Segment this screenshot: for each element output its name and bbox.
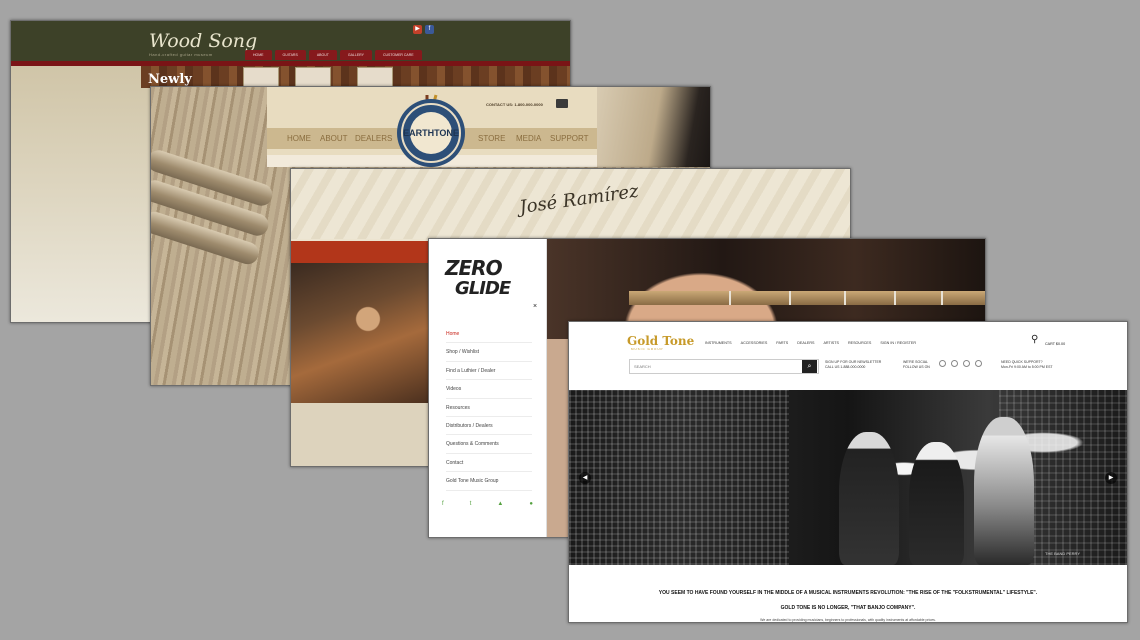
facebook-icon[interactable]: f — [425, 25, 434, 34]
menu-item-gold-tone[interactable]: Gold Tone Music Group — [446, 472, 532, 491]
wood-rods-image — [151, 147, 281, 287]
search-input[interactable]: SEARCH — [629, 359, 819, 374]
gold-tone-logo[interactable]: Gold Tone — [627, 334, 694, 348]
menu-item-home[interactable]: Home — [446, 325, 532, 344]
social-links: ▶ f — [413, 25, 434, 34]
tagline: YOU SEEM TO HAVE FOUND YOURSELF IN THE M… — [658, 590, 1038, 596]
band-member — [909, 442, 964, 565]
menu-item-find-luthier[interactable]: Find a Luthier / Dealer — [446, 362, 532, 381]
facebook-icon[interactable] — [939, 360, 946, 367]
menu-item-contact[interactable]: Contact — [446, 454, 532, 473]
wood-banner — [141, 66, 570, 88]
menu-item-videos[interactable]: Videos — [446, 380, 532, 399]
facebook-icon[interactable]: f — [442, 501, 444, 507]
social-info: WE'RE SOCIAL FOLLOW US ON — [903, 360, 930, 370]
cart-icon[interactable]: ⚲ — [1031, 334, 1038, 345]
menu-item-shop[interactable]: Shop / Wishlist — [446, 343, 532, 362]
main-nav: INSTRUMENTS ACCESSORIES PARTS DEALERS AR… — [705, 341, 916, 345]
nav-instruments[interactable]: INSTRUMENTS — [705, 341, 732, 345]
tab-about[interactable]: ABOUT — [308, 50, 337, 60]
sidebar-menu: Home Shop / Wishlist Find a Luthier / De… — [446, 325, 532, 491]
nav-about[interactable]: ABOUT — [320, 134, 348, 143]
thumbnail[interactable] — [295, 67, 331, 88]
speaker-grid — [569, 390, 789, 565]
youtube-icon[interactable] — [963, 360, 970, 367]
tab-home[interactable]: HOME — [245, 50, 272, 60]
nav-sign-in[interactable]: SIGN IN / REGISTER — [880, 341, 916, 345]
nav-home[interactable]: HOME — [287, 134, 311, 143]
thumbnail[interactable] — [243, 67, 279, 88]
instagram-icon[interactable]: ● — [529, 501, 533, 507]
nav-media[interactable]: MEDIA — [516, 134, 541, 143]
menu-item-resources[interactable]: Resources — [446, 399, 532, 417]
youtube-icon[interactable]: ▲ — [497, 501, 503, 507]
search-button[interactable]: ⌕ — [802, 360, 817, 373]
band-member — [839, 432, 899, 565]
nav-accessories[interactable]: ACCESSORIES — [741, 341, 768, 345]
thumbnail[interactable] — [357, 67, 393, 88]
newly-heading: Newly — [148, 72, 192, 87]
sidebar: ZERO GLIDE × Home Shop / Wishlist Find a… — [429, 239, 547, 537]
newsletter-info[interactable]: SIGN UP FOR OUR NEWSLETTER CALL US 1-888… — [825, 360, 881, 370]
nav-dealers[interactable]: DEALERS — [797, 341, 814, 345]
social-icons: f t ▲ ● — [429, 501, 546, 507]
woodsong-logo[interactable]: Wood Song — [149, 30, 257, 52]
twitter-icon[interactable]: t — [470, 501, 472, 507]
tab-customer-care[interactable]: CUSTOMER CARE — [374, 50, 422, 60]
earthtone-logo[interactable]: EARTHTONE — [393, 93, 469, 169]
band-member — [974, 417, 1034, 565]
prev-slide-icon[interactable]: ◀ — [579, 472, 591, 484]
red-banner — [291, 241, 431, 263]
twitter-icon[interactable] — [951, 360, 958, 367]
menu-item-questions[interactable]: Questions & Comments — [446, 435, 532, 454]
band-caption: THE BAND PERRY — [1045, 551, 1081, 556]
lower-area — [291, 403, 431, 466]
next-slide-icon[interactable]: ▶ — [1105, 472, 1117, 484]
social-sub: FOLLOW US ON — [903, 365, 930, 369]
tab-guitars[interactable]: GUITARS — [274, 50, 306, 60]
cart-label[interactable]: CART $0.00 — [1045, 342, 1065, 346]
nav-resources[interactable]: RESOURCES — [848, 341, 871, 345]
gold-tone-screenshot: Gold Tone MUSIC GROUP INSTRUMENTS ACCESS… — [568, 321, 1128, 623]
tagline-body: We are dedicated to providing musicians,… — [760, 618, 936, 622]
woodsong-tagline: Hand-crafted guitar museum — [149, 52, 213, 57]
close-icon[interactable]: × — [533, 303, 537, 310]
zero-glide-logo-line2[interactable]: GLIDE — [455, 278, 511, 299]
youtube-icon[interactable]: ▶ — [413, 25, 422, 34]
guitar-neck — [629, 291, 985, 305]
newsletter-sub: CALL US 1-888-000-0000 — [825, 365, 866, 369]
earthtone-badge: EARTHTONE — [403, 128, 459, 138]
guitar-photo — [597, 87, 710, 167]
tagline-secondary: GOLD TONE IS NO LONGER, "THAT BANJO COMP… — [780, 605, 916, 611]
mail-icon[interactable] — [556, 99, 568, 108]
nav-artists[interactable]: ARTISTS — [823, 341, 839, 345]
tab-gallery[interactable]: GALLERY — [339, 50, 372, 60]
support-sub: Mon-Fri 9:00 AM to 5:00 PM EST — [1001, 365, 1053, 369]
nav-support[interactable]: SUPPORT — [550, 134, 589, 143]
nav-parts[interactable]: PARTS — [776, 341, 788, 345]
search-placeholder: SEARCH — [634, 364, 651, 369]
zero-glide-logo[interactable]: ZERO — [445, 256, 503, 280]
workshop-photo — [291, 263, 431, 403]
menu-item-distributors[interactable]: Distributors / Dealers — [446, 417, 532, 436]
nav-tabs: HOME GUITARS ABOUT GALLERY CUSTOMER CARE — [245, 50, 422, 60]
contact-info: CONTACT US: 1-800-000-0000 — [486, 102, 543, 107]
nav-dealers[interactable]: DEALERS — [355, 134, 392, 143]
support-info[interactable]: NEED QUICK SUPPORT? Mon-Fri 9:00 AM to 5… — [1001, 360, 1053, 370]
instagram-icon[interactable] — [975, 360, 982, 367]
nav-store[interactable]: STORE — [478, 134, 505, 143]
gold-tone-logo-sub: MUSIC GROUP — [631, 347, 664, 351]
